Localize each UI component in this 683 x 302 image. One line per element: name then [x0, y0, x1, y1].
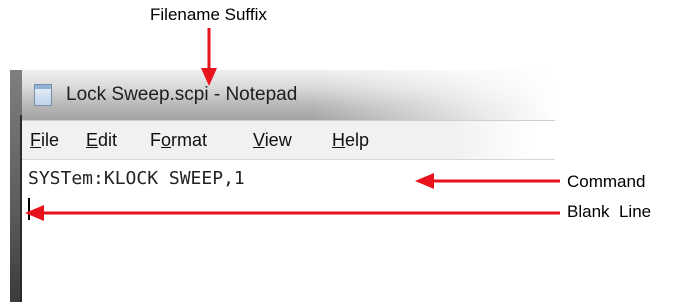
annotation-layer: Filename Suffix Command Blank Line	[0, 0, 683, 302]
arrow-command	[415, 173, 560, 189]
arrow-blank-line	[25, 205, 560, 221]
arrow-filename-suffix	[201, 28, 217, 86]
annotation-arrows	[25, 28, 560, 221]
